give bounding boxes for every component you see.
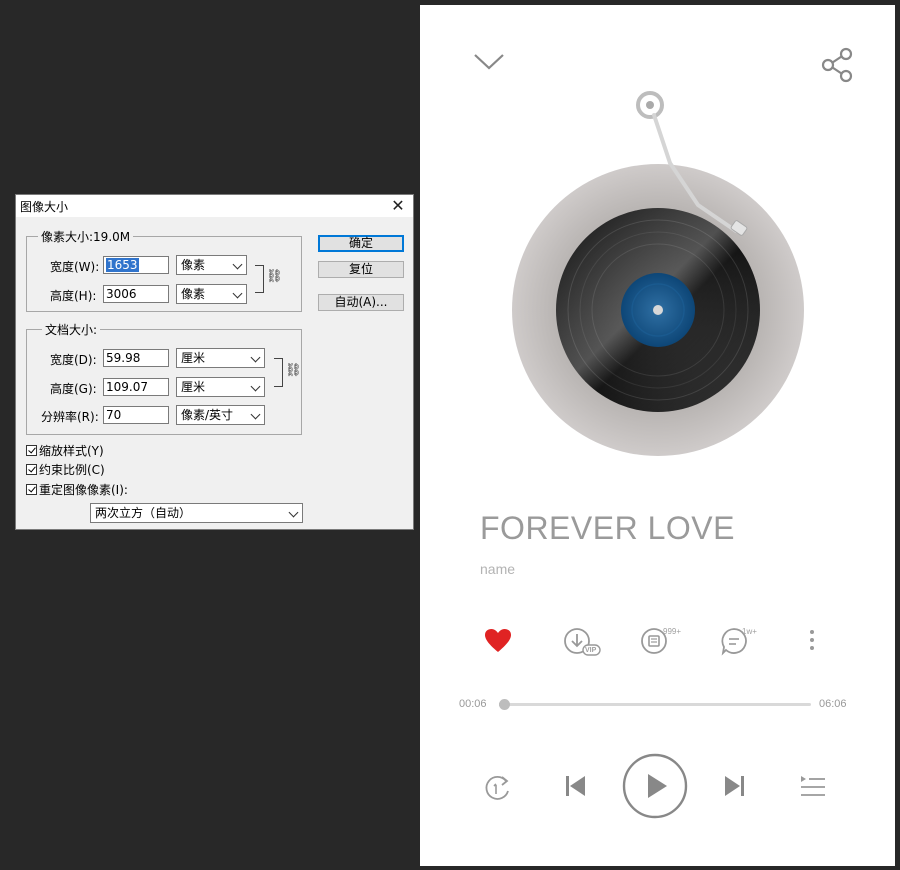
link-chain-icon: ⛓ bbox=[266, 269, 283, 284]
vinyl-record-artwork bbox=[512, 91, 804, 456]
resolution-unit-select[interactable]: 像素/英寸 bbox=[176, 405, 265, 425]
checkbox-checked-icon bbox=[26, 445, 37, 456]
pixel-height-label: 高度(H): bbox=[50, 289, 97, 303]
constrain-proportions-checkbox[interactable]: 约束比例(C) bbox=[26, 461, 105, 478]
reset-button[interactable]: 复位 bbox=[318, 261, 404, 278]
scale-styles-checkbox[interactable]: 缩放样式(Y) bbox=[26, 442, 104, 459]
pixel-dimensions-label: 像素大小:19.0M bbox=[38, 228, 134, 245]
heart-icon[interactable] bbox=[484, 628, 512, 654]
pixel-width-input[interactable]: 1653 bbox=[103, 256, 169, 274]
pixel-width-label: 宽度(W): bbox=[50, 260, 100, 274]
link-chain-icon: ⛓ bbox=[285, 363, 302, 378]
constrain-proportions-label: 约束比例(C) bbox=[39, 463, 105, 477]
chevron-down-icon bbox=[250, 381, 261, 392]
doc-height-label: 高度(G): bbox=[50, 382, 97, 396]
chevron-down-icon bbox=[232, 288, 243, 299]
doc-height-input[interactable]: 109.07 bbox=[103, 378, 169, 396]
pixel-width-unit-select[interactable]: 像素 bbox=[176, 255, 247, 275]
effects-count-badge: 999+ bbox=[663, 627, 682, 636]
elapsed-time: 00:06 bbox=[459, 698, 487, 710]
progress-knob[interactable] bbox=[498, 699, 510, 710]
scale-styles-label: 缩放样式(Y) bbox=[39, 444, 104, 458]
pixel-height-unit-select[interactable]: 像素 bbox=[176, 284, 247, 304]
resample-image-label: 重定图像像素(I): bbox=[39, 483, 128, 497]
dialog-title: 图像大小 bbox=[20, 200, 69, 214]
comments-count-badge: 1w+ bbox=[742, 627, 757, 636]
ok-button[interactable]: 确定 bbox=[318, 235, 404, 252]
checkbox-checked-icon bbox=[26, 484, 37, 495]
more-icon[interactable] bbox=[808, 628, 816, 652]
next-icon[interactable] bbox=[722, 773, 746, 799]
vip-badge: VIP bbox=[585, 647, 597, 654]
constrain-bracket bbox=[255, 265, 264, 293]
chevron-down-icon bbox=[232, 259, 243, 270]
resample-method-select[interactable]: 两次立方（自动） bbox=[90, 503, 303, 523]
play-icon[interactable] bbox=[621, 752, 689, 820]
playlist-icon[interactable] bbox=[799, 775, 827, 799]
collapse-chevron-icon[interactable] bbox=[472, 51, 506, 73]
artist-name: name bbox=[480, 561, 516, 577]
doc-width-label: 宽度(D): bbox=[50, 353, 97, 367]
resample-image-checkbox[interactable]: 重定图像像素(I): bbox=[26, 481, 128, 498]
chevron-down-icon bbox=[250, 352, 261, 363]
share-icon[interactable] bbox=[820, 47, 856, 83]
doc-width-unit-select[interactable]: 厘米 bbox=[176, 348, 265, 368]
doc-constrain-bracket bbox=[274, 358, 283, 387]
song-title: FOREVER LOVE bbox=[480, 510, 735, 546]
dialog-titlebar: 图像大小 ✕ bbox=[16, 195, 413, 217]
progress-track[interactable] bbox=[499, 703, 811, 706]
doc-width-input[interactable]: 59.98 bbox=[103, 349, 169, 367]
pixel-height-input[interactable]: 3006 bbox=[103, 285, 169, 303]
resolution-label: 分辨率(R): bbox=[41, 410, 99, 424]
checkbox-checked-icon bbox=[26, 464, 37, 475]
previous-icon[interactable] bbox=[564, 773, 588, 799]
chevron-down-icon bbox=[250, 409, 261, 420]
repeat-one-icon[interactable] bbox=[482, 773, 512, 803]
total-time: 06:06 bbox=[819, 698, 847, 710]
resolution-input[interactable]: 70 bbox=[103, 406, 169, 424]
image-size-dialog: 图像大小 ✕ 像素大小:19.0M 宽度(W): 1653 像素 高度(H): … bbox=[15, 194, 414, 530]
music-player-screen: FOREVER LOVE name VIP 999+ 1w+ 00:06 06:… bbox=[420, 5, 895, 866]
auto-button[interactable]: 自动(A)... bbox=[318, 294, 404, 311]
close-icon[interactable]: ✕ bbox=[387, 195, 409, 217]
doc-height-unit-select[interactable]: 厘米 bbox=[176, 377, 265, 397]
document-size-label: 文档大小: bbox=[42, 321, 101, 338]
chevron-down-icon bbox=[288, 507, 299, 518]
